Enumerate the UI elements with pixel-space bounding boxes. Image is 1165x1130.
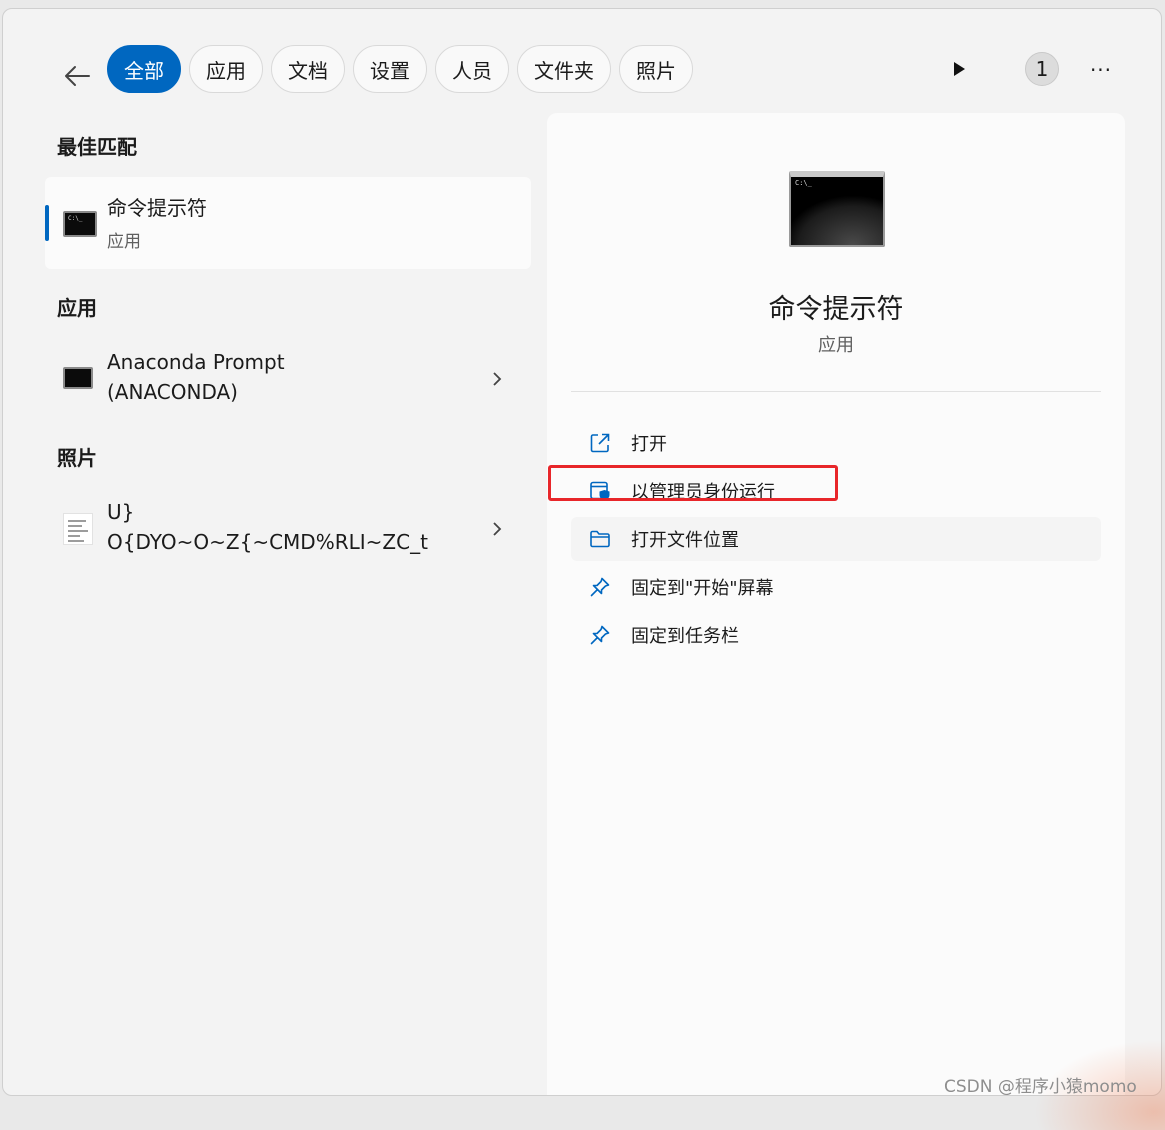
apps-heading: 应用 xyxy=(57,296,97,320)
app-name-line1: Anaconda Prompt xyxy=(107,350,285,374)
open-external-icon xyxy=(587,430,613,456)
best-match-heading: 最佳匹配 xyxy=(57,135,137,159)
best-match-type: 应用 xyxy=(107,232,141,252)
filter-settings[interactable]: 设置 xyxy=(353,45,427,93)
details-panel: C:\_ 命令提示符 应用 打开 以管理员身份运行 打开文件位置 固定到"开始"… xyxy=(547,113,1125,1095)
filter-photos[interactable]: 照片 xyxy=(619,45,693,93)
folder-icon xyxy=(587,526,613,552)
photo-name-line2: O{DYO~O~Z{~CMD%RLI~ZC_t xyxy=(107,530,428,554)
action-pin-to-start[interactable]: 固定到"开始"屏幕 xyxy=(571,565,1101,609)
filter-apps[interactable]: 应用 xyxy=(189,45,263,93)
details-divider xyxy=(571,391,1101,392)
more-filters-button[interactable] xyxy=(945,55,973,83)
photos-heading: 照片 xyxy=(57,446,97,470)
best-match-name: 命令提示符 xyxy=(107,196,207,220)
back-button[interactable] xyxy=(57,53,97,99)
selection-indicator xyxy=(45,205,49,241)
action-label: 以管理员身份运行 xyxy=(631,482,775,503)
action-pin-to-taskbar[interactable]: 固定到任务栏 xyxy=(571,613,1101,657)
filter-chip-bar: 全部 应用 文档 设置 人员 文件夹 照片 xyxy=(107,45,693,93)
anaconda-prompt-icon xyxy=(63,367,93,389)
action-label: 打开文件位置 xyxy=(631,530,739,551)
app-result-anaconda-prompt[interactable]: Anaconda Prompt (ANACONDA) xyxy=(45,345,531,413)
cmd-large-icon: C:\_ xyxy=(789,171,885,247)
rewards-badge[interactable]: 1 xyxy=(1025,52,1059,86)
play-arrow-icon xyxy=(954,62,965,76)
cmd-large-icon-text: C:\_ xyxy=(795,179,812,187)
photo-result[interactable]: U} O{DYO~O~Z{~CMD%RLI~ZC_t xyxy=(45,495,531,563)
more-options-button[interactable]: ··· xyxy=(1083,55,1119,85)
filter-all[interactable]: 全部 xyxy=(107,45,181,93)
back-arrow-icon xyxy=(65,66,90,86)
filter-documents[interactable]: 文档 xyxy=(271,45,345,93)
app-name-line2: (ANACONDA) xyxy=(107,380,238,404)
best-match-result[interactable]: C:\_ 命令提示符 应用 xyxy=(45,177,531,269)
details-app-type: 应用 xyxy=(818,335,854,356)
photo-name-line1: U} xyxy=(107,500,135,524)
pin-icon xyxy=(587,574,613,600)
action-label: 固定到"开始"屏幕 xyxy=(631,578,774,599)
action-open-file-location[interactable]: 打开文件位置 xyxy=(571,517,1101,561)
chevron-right-icon[interactable] xyxy=(489,371,505,387)
details-app-name: 命令提示符 xyxy=(768,294,904,325)
watermark-text: CSDN @程序小猿momo xyxy=(944,1077,1137,1097)
pin-icon xyxy=(587,622,613,648)
image-thumbnail-icon xyxy=(63,513,93,545)
cmd-icon: C:\_ xyxy=(63,211,97,237)
action-open[interactable]: 打开 xyxy=(571,421,1101,465)
action-label: 打开 xyxy=(631,434,667,455)
admin-shield-icon xyxy=(587,478,613,504)
chevron-right-icon[interactable] xyxy=(489,521,505,537)
filter-people[interactable]: 人员 xyxy=(435,45,509,93)
search-window: 全部 应用 文档 设置 人员 文件夹 照片 1 ··· 最佳匹配 C:\_ 命令… xyxy=(2,8,1162,1096)
cmd-icon-text: C:\_ xyxy=(68,215,83,222)
action-label: 固定到任务栏 xyxy=(631,626,739,647)
filter-folders[interactable]: 文件夹 xyxy=(517,45,611,93)
action-run-as-admin[interactable]: 以管理员身份运行 xyxy=(571,469,1101,513)
